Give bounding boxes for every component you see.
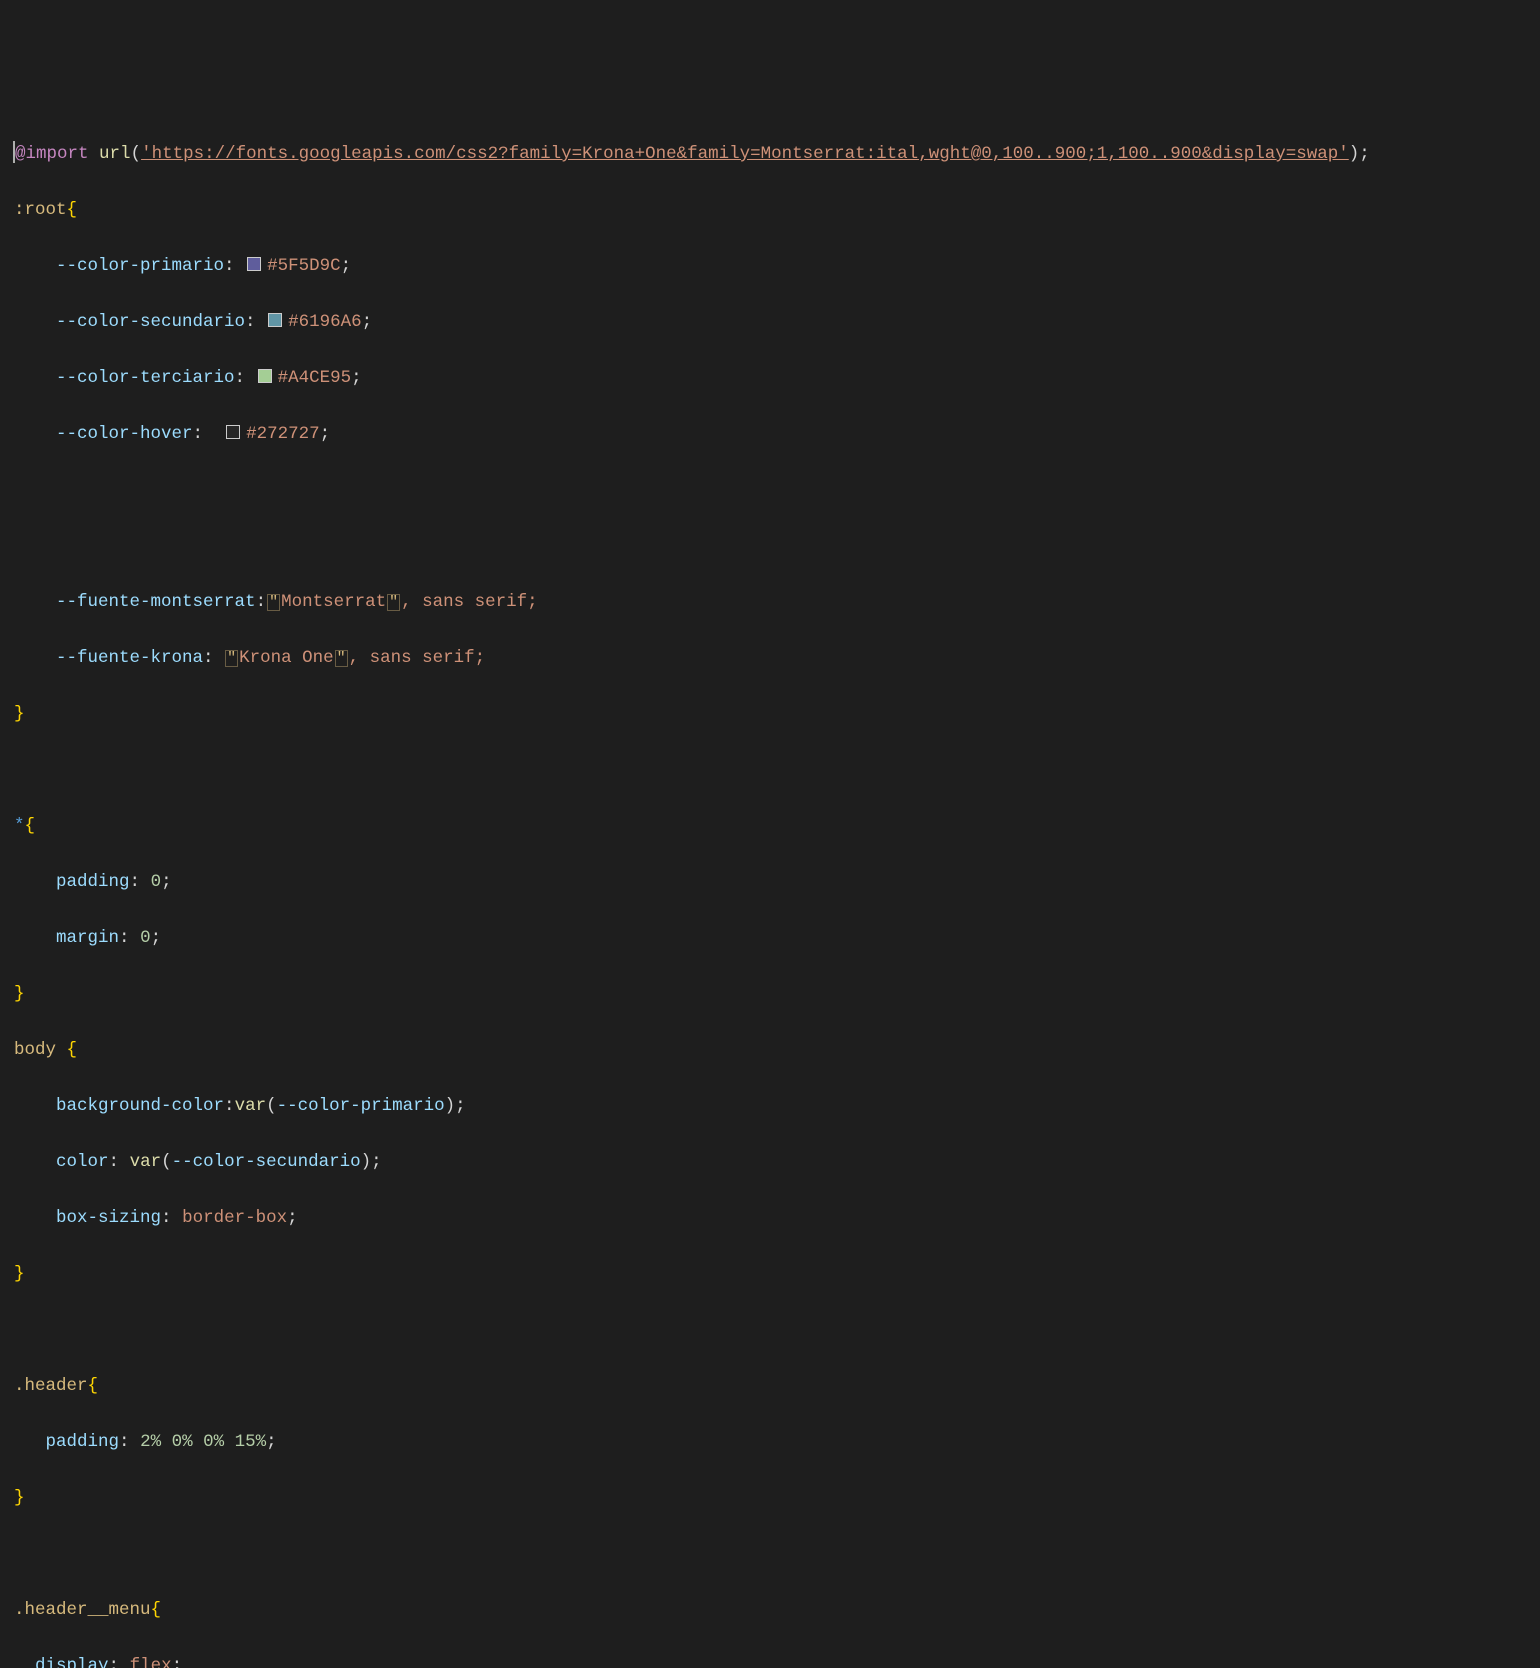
code-line[interactable]: box-sizing: border-box; bbox=[14, 1204, 1540, 1232]
code-line[interactable]: :root{ bbox=[14, 196, 1540, 224]
color-swatch-icon[interactable] bbox=[247, 257, 261, 271]
css-property: background-color bbox=[56, 1096, 224, 1116]
code-line[interactable]: margin: 0; bbox=[14, 924, 1540, 952]
universal-selector: * bbox=[14, 816, 25, 836]
css-var-name: --color-secundario bbox=[56, 312, 245, 332]
code-line[interactable]: padding: 0; bbox=[14, 868, 1540, 896]
code-line[interactable]: } bbox=[14, 1260, 1540, 1288]
code-line[interactable]: color: var(--color-secundario); bbox=[14, 1148, 1540, 1176]
css-var-name: --fuente-montserrat bbox=[56, 592, 256, 612]
url-function: url bbox=[99, 144, 131, 164]
css-property: margin bbox=[56, 928, 119, 948]
color-swatch-icon[interactable] bbox=[258, 369, 272, 383]
code-line[interactable]: body { bbox=[14, 1036, 1540, 1064]
code-line[interactable] bbox=[14, 476, 1540, 504]
whitespace-marker-icon: " bbox=[387, 594, 400, 611]
var-function: var bbox=[130, 1152, 162, 1172]
font-fallback: , sans serif; bbox=[349, 648, 486, 668]
css-property: padding bbox=[46, 1432, 120, 1452]
color-swatch-icon[interactable] bbox=[226, 425, 240, 439]
code-line[interactable]: } bbox=[14, 1484, 1540, 1512]
css-value: 2% 0% 0% 15% bbox=[140, 1432, 266, 1452]
css-var-name: --color-primario bbox=[56, 256, 224, 276]
css-color-value: #5F5D9C bbox=[267, 256, 341, 276]
code-line[interactable]: display: flex; bbox=[14, 1652, 1540, 1668]
code-line[interactable]: --color-hover: #272727; bbox=[14, 420, 1540, 448]
code-line[interactable] bbox=[14, 1540, 1540, 1568]
css-var-name: --color-hover bbox=[56, 424, 193, 444]
var-function: var bbox=[235, 1096, 267, 1116]
code-line[interactable]: --color-secundario: #6196A6; bbox=[14, 308, 1540, 336]
css-value: 0 bbox=[140, 928, 151, 948]
font-fallback: , sans serif; bbox=[401, 592, 538, 612]
code-line[interactable]: .header{ bbox=[14, 1372, 1540, 1400]
code-line[interactable]: --color-terciario: #A4CE95; bbox=[14, 364, 1540, 392]
code-line[interactable] bbox=[14, 756, 1540, 784]
css-color-value: #A4CE95 bbox=[278, 368, 352, 388]
whitespace-marker-icon: " bbox=[335, 650, 348, 667]
whitespace-marker-icon: " bbox=[267, 594, 280, 611]
code-line[interactable]: --fuente-krona: "Krona One", sans serif; bbox=[14, 644, 1540, 672]
css-value: 0 bbox=[151, 872, 162, 892]
code-line[interactable]: } bbox=[14, 980, 1540, 1008]
root-selector: :root bbox=[14, 200, 67, 220]
code-editor[interactable]: @import url('https://fonts.googleapis.co… bbox=[0, 112, 1540, 1668]
code-line[interactable]: --color-primario: #5F5D9C; bbox=[14, 252, 1540, 280]
css-property: display bbox=[35, 1656, 109, 1668]
font-family-value: Montserrat bbox=[281, 592, 386, 612]
code-line[interactable] bbox=[14, 1316, 1540, 1344]
code-line[interactable]: padding: 2% 0% 0% 15%; bbox=[14, 1428, 1540, 1456]
color-swatch-icon[interactable] bbox=[268, 313, 282, 327]
import-keyword: @import bbox=[15, 144, 89, 164]
body-selector: body bbox=[14, 1040, 56, 1060]
css-var-name: --color-terciario bbox=[56, 368, 235, 388]
css-var-name: --fuente-krona bbox=[56, 648, 203, 668]
whitespace-marker-icon: " bbox=[225, 650, 238, 667]
code-line[interactable]: *{ bbox=[14, 812, 1540, 840]
css-var-ref: --color-primario bbox=[277, 1096, 445, 1116]
code-line[interactable]: .header__menu{ bbox=[14, 1596, 1540, 1624]
css-var-ref: --color-secundario bbox=[172, 1152, 361, 1172]
font-family-value: Krona One bbox=[239, 648, 334, 668]
css-value: border-box bbox=[182, 1208, 287, 1228]
css-color-value: #272727 bbox=[246, 424, 320, 444]
css-color-value: #6196A6 bbox=[288, 312, 362, 332]
css-property: color bbox=[56, 1152, 109, 1172]
code-line[interactable]: background-color:var(--color-primario); bbox=[14, 1092, 1540, 1120]
code-line[interactable]: --fuente-montserrat:"Montserrat", sans s… bbox=[14, 588, 1540, 616]
code-line[interactable]: @import url('https://fonts.googleapis.co… bbox=[14, 140, 1540, 168]
header-menu-selector: .header__menu bbox=[14, 1600, 151, 1620]
code-line[interactable]: } bbox=[14, 700, 1540, 728]
css-value: flex bbox=[130, 1656, 172, 1668]
code-line[interactable] bbox=[14, 532, 1540, 560]
header-selector: .header bbox=[14, 1376, 88, 1396]
import-url: 'https://fonts.googleapis.com/css2?famil… bbox=[141, 144, 1349, 164]
css-property: box-sizing bbox=[56, 1208, 161, 1228]
css-property: padding bbox=[56, 872, 130, 892]
